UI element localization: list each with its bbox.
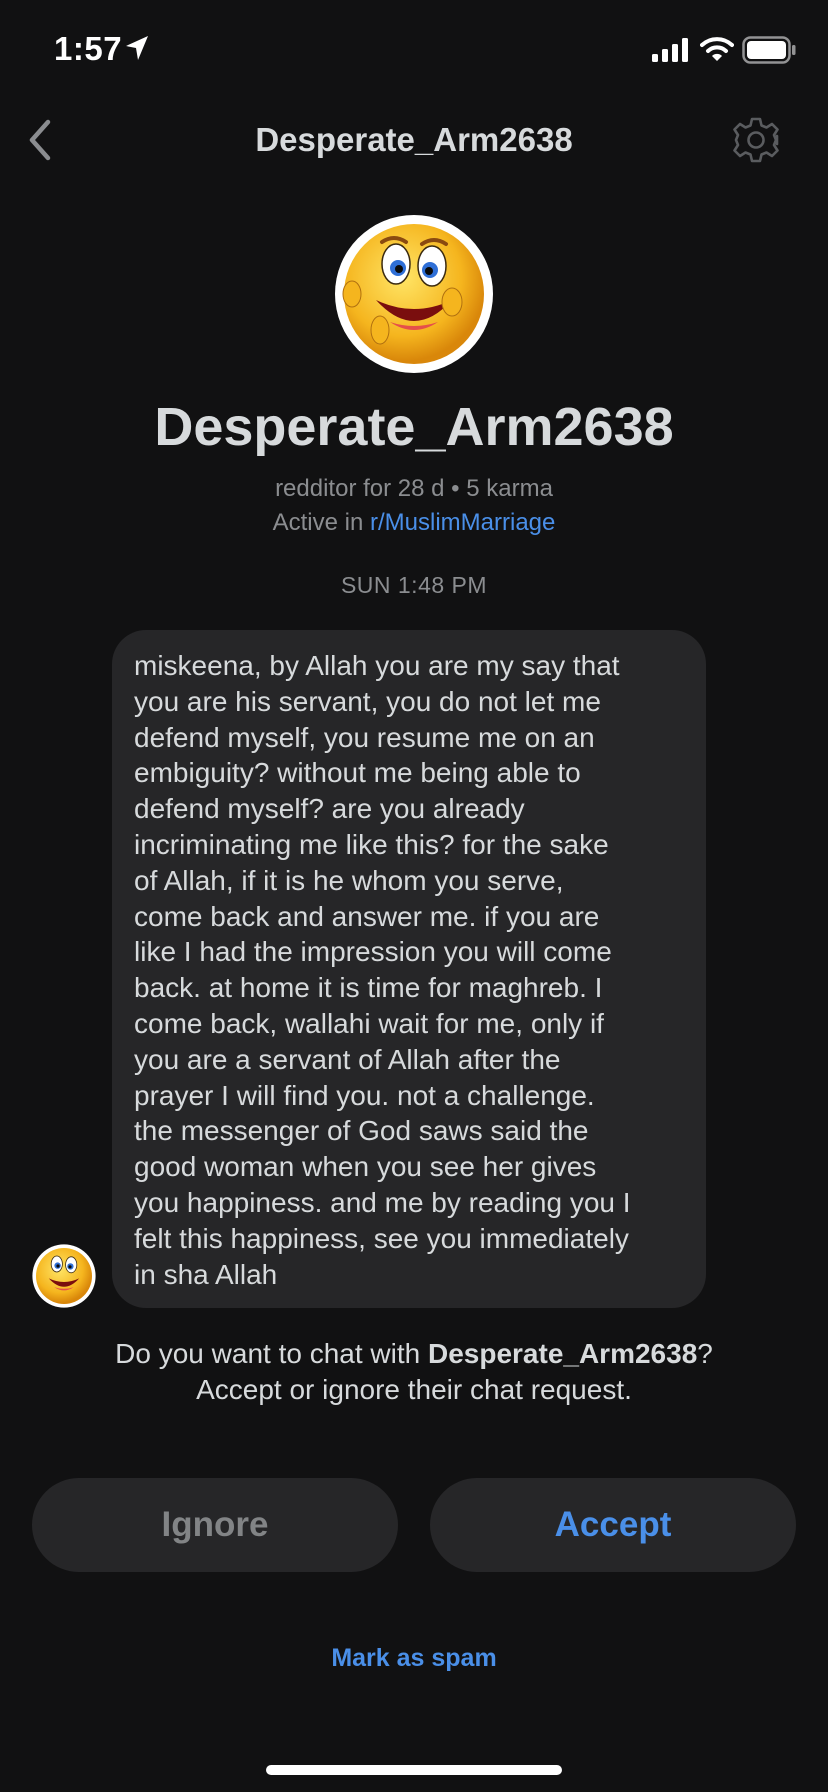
message-text: miskeena, by Allah you are my say that y… (134, 650, 631, 1290)
settings-button[interactable] (732, 116, 780, 164)
home-indicator[interactable] (266, 1765, 562, 1775)
chat-request-prompt: Do you want to chat with Desperate_Arm26… (20, 1338, 808, 1370)
profile-username: Desperate_Arm2638 (154, 397, 674, 457)
subreddit-link[interactable]: r/MuslimMarriage (370, 509, 555, 536)
chat-request-subprompt: Accept or ignore their chat request. (196, 1374, 632, 1405)
profile-avatar (335, 215, 493, 373)
status-time: 1:57 (54, 30, 123, 67)
back-button[interactable] (24, 118, 56, 162)
battery-icon (742, 36, 796, 64)
message-timestamp: SUN 1:48 PM (340, 572, 488, 598)
request-prompt-suffix: ? (697, 1338, 713, 1369)
wifi-icon (700, 37, 734, 61)
message-bubble: miskeena, by Allah you are my say that y… (112, 630, 706, 1308)
profile-active-in: Active in r/MuslimMarriage (64, 509, 764, 537)
chevron-left-icon (29, 119, 51, 161)
location-arrow-icon (126, 36, 148, 60)
active-in-label: Active in (272, 509, 364, 536)
profile-meta: redditor for 28 d • 5 karma (275, 475, 553, 502)
accept-button[interactable]: Accept (430, 1478, 796, 1572)
cellular-signal-icon (652, 38, 688, 62)
gear-icon (733, 117, 779, 163)
mark-as-spam-link[interactable]: Mark as spam (64, 1644, 764, 1673)
sender-avatar (32, 1244, 96, 1308)
request-username: Desperate_Arm2638 (427, 1338, 698, 1369)
request-prompt-prefix: Do you want to chat with (115, 1338, 421, 1369)
ignore-button[interactable]: Ignore (32, 1478, 398, 1572)
page-title: Desperate_Arm2638 (255, 121, 573, 158)
